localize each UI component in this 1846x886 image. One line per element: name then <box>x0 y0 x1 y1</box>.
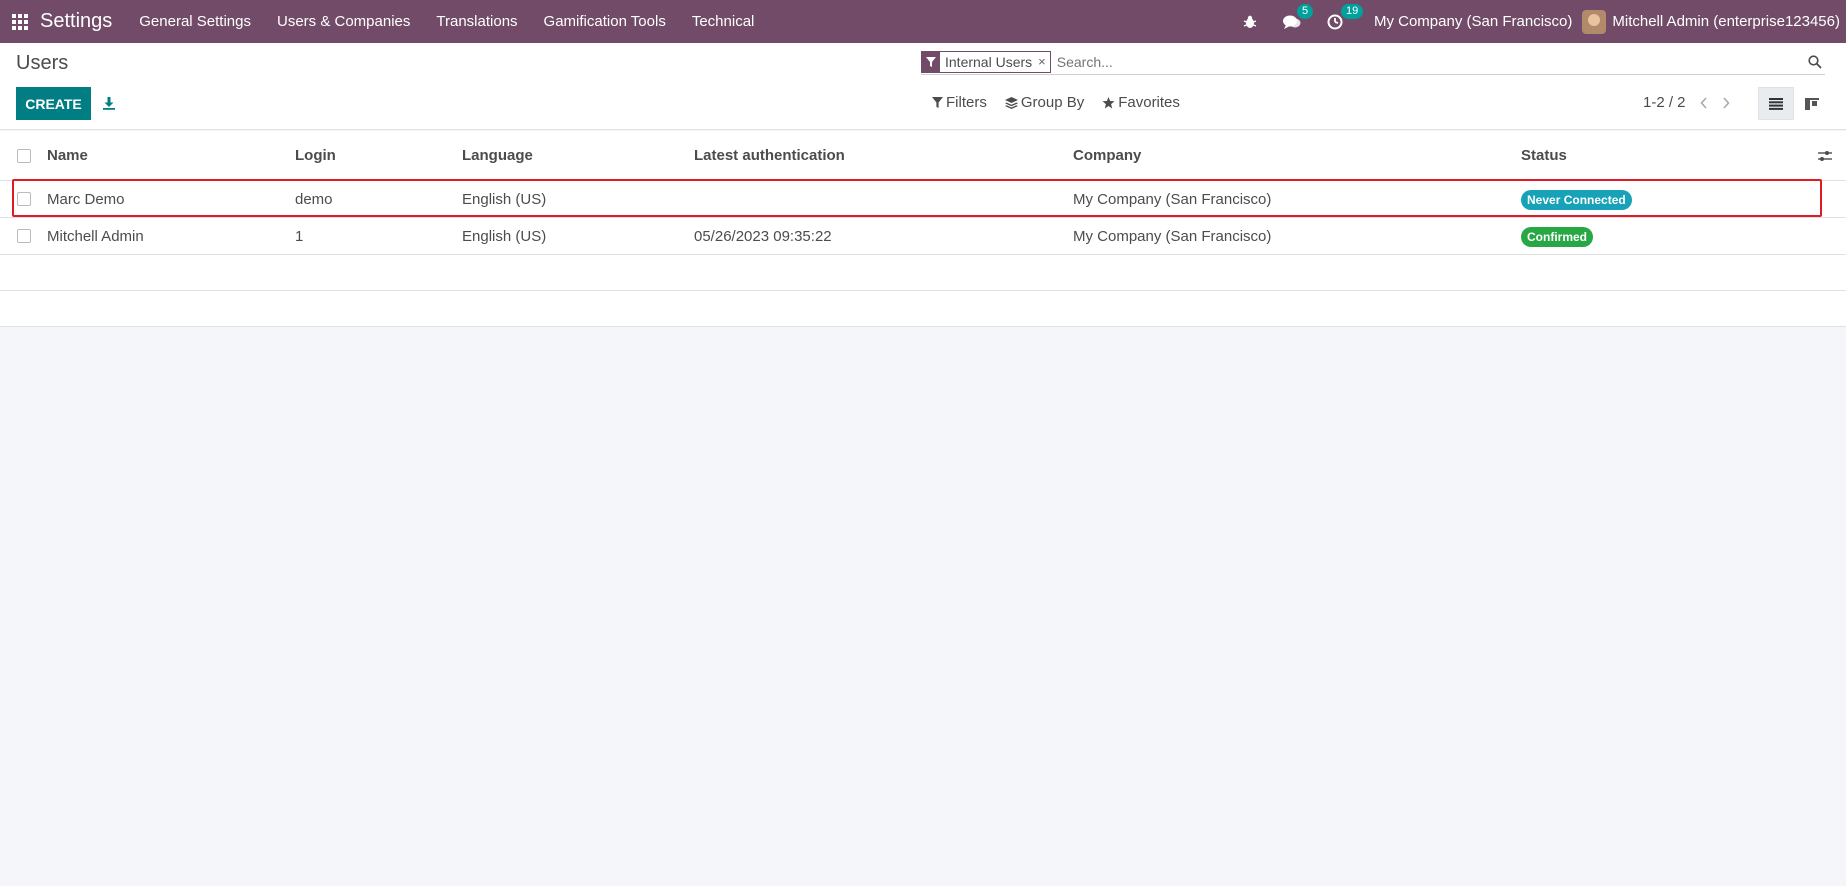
download-icon[interactable] <box>100 92 118 114</box>
group-by-dropdown[interactable]: Group By <box>1004 94 1085 111</box>
table-header: Name Login Language Latest authenticatio… <box>0 131 1846 181</box>
star-icon <box>1102 96 1115 108</box>
cell-login: demo <box>295 190 333 208</box>
list-view-icon[interactable] <box>1758 87 1794 120</box>
apps-menu-icon[interactable] <box>0 0 40 43</box>
menu-users-companies[interactable]: Users & Companies <box>264 0 423 43</box>
column-header-latest-authentication[interactable]: Latest authentication <box>694 147 845 164</box>
page-title: Users <box>16 52 69 74</box>
column-header-company[interactable]: Company <box>1073 147 1141 164</box>
empty-row <box>0 255 1846 291</box>
search-facet-internal-users[interactable]: Internal Users × <box>921 50 1051 73</box>
users-list: Name Login Language Latest authenticatio… <box>0 131 1846 327</box>
user-menu[interactable]: Mitchell Admin (enterprise123456) <box>1582 9 1840 34</box>
pager-value[interactable]: 1-2 / 2 <box>1643 94 1686 111</box>
pager: 1-2 / 2 <box>1643 94 1730 111</box>
filters-label: Filters <box>946 94 987 111</box>
table-row[interactable]: Marc Demo demo English (US) My Company (… <box>0 181 1846 218</box>
empty-row <box>0 291 1846 327</box>
top-navbar: Settings General Settings Users & Compan… <box>0 0 1846 43</box>
activities-clock-icon[interactable]: 19 <box>1327 3 1364 30</box>
messages-chat-icon[interactable]: 5 <box>1282 3 1314 30</box>
cell-company: My Company (San Francisco) <box>1073 190 1272 208</box>
pager-previous-icon[interactable] <box>1699 96 1708 109</box>
control-panel: Users CREATE Internal Users × Filters Gr… <box>0 43 1846 130</box>
menu-general-settings[interactable]: General Settings <box>126 0 264 43</box>
cell-language: English (US) <box>462 190 547 208</box>
view-switcher <box>1758 87 1830 120</box>
create-button[interactable]: CREATE <box>16 87 91 120</box>
app-name[interactable]: Settings <box>40 10 112 33</box>
cell-language: English (US) <box>462 227 547 245</box>
main-menu: General Settings Users & Companies Trans… <box>126 0 767 43</box>
status-badge: Confirmed <box>1521 226 1593 247</box>
row-checkbox[interactable] <box>17 229 31 243</box>
column-header-status[interactable]: Status <box>1521 147 1567 164</box>
search-icon[interactable] <box>1805 52 1825 72</box>
search-bar: Internal Users × <box>921 49 1825 75</box>
user-name: Mitchell Admin (enterprise123456) <box>1612 13 1840 30</box>
filters-dropdown[interactable]: Filters <box>932 94 987 111</box>
facet-label: Internal Users <box>945 53 1033 70</box>
layers-icon <box>1004 96 1018 109</box>
filter-facet-icon <box>922 51 940 72</box>
company-switcher[interactable]: My Company (San Francisco) <box>1374 13 1572 30</box>
status-badge: Never Connected <box>1521 189 1632 210</box>
favorites-dropdown[interactable]: Favorites <box>1102 94 1180 111</box>
search-input[interactable] <box>1056 53 1805 70</box>
select-all-checkbox[interactable] <box>17 148 31 163</box>
optional-columns-icon[interactable] <box>1818 150 1832 162</box>
cell-company: My Company (San Francisco) <box>1073 227 1272 245</box>
kanban-view-icon[interactable] <box>1794 87 1830 120</box>
cell-name: Mitchell Admin <box>47 227 144 245</box>
column-header-language[interactable]: Language <box>462 147 533 164</box>
activities-count-badge: 19 <box>1340 3 1364 19</box>
cell-status: Confirmed <box>1521 226 1593 247</box>
menu-translations[interactable]: Translations <box>423 0 530 43</box>
messages-count-badge: 5 <box>1296 3 1314 19</box>
menu-technical[interactable]: Technical <box>679 0 768 43</box>
cell-login: 1 <box>295 227 304 245</box>
cell-status: Never Connected <box>1521 189 1632 210</box>
group-by-label: Group By <box>1020 94 1085 111</box>
column-header-login[interactable]: Login <box>295 147 336 164</box>
search-options: Filters Group By Favorites <box>932 94 1198 111</box>
facet-close-icon[interactable]: × <box>1036 52 1050 72</box>
systray: 5 19 My Company (San Francisco) Mitchell… <box>1230 0 1846 43</box>
favorites-label: Favorites <box>1118 94 1180 111</box>
cell-name: Marc Demo <box>47 190 125 208</box>
column-header-name[interactable]: Name <box>47 147 88 164</box>
filter-icon <box>932 97 943 108</box>
debug-bug-icon[interactable] <box>1243 15 1257 29</box>
avatar <box>1582 9 1607 34</box>
table-row[interactable]: Mitchell Admin 1 English (US) 05/26/2023… <box>0 218 1846 255</box>
menu-gamification-tools[interactable]: Gamification Tools <box>531 0 679 43</box>
row-checkbox[interactable] <box>17 192 31 206</box>
cell-latest-authentication: 05/26/2023 09:35:22 <box>694 227 832 245</box>
pager-next-icon[interactable] <box>1722 96 1730 109</box>
